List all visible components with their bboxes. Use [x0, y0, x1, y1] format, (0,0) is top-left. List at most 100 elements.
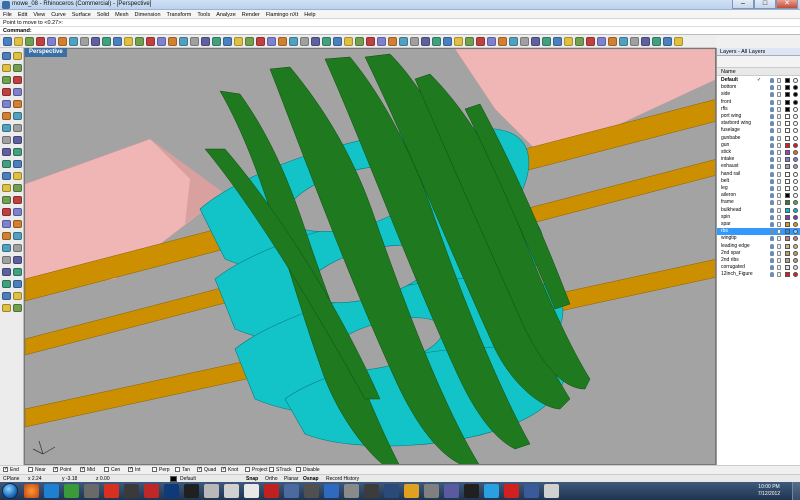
app-icon-23[interactable]: [464, 484, 479, 498]
menu-transform[interactable]: Transform: [164, 10, 195, 19]
app-icon-6[interactable]: [124, 484, 139, 498]
osnap-checkbox[interactable]: [175, 467, 180, 472]
lock-icon[interactable]: [777, 222, 781, 227]
layer-material-swatch[interactable]: [793, 236, 798, 242]
menu-analyze[interactable]: Analyze: [213, 10, 239, 19]
layer-color-swatch[interactable]: [785, 236, 790, 242]
lightbulb-icon[interactable]: [770, 200, 774, 206]
toolbar-tool-icon[interactable]: [179, 37, 188, 46]
layer-row[interactable]: rfls: [717, 106, 800, 113]
osnap-checkbox[interactable]: [3, 466, 8, 473]
layer-material-swatch[interactable]: [793, 229, 798, 235]
lightbulb-icon[interactable]: [770, 150, 774, 155]
rhino-app-icon[interactable]: [2, 1, 10, 9]
layer-material-swatch[interactable]: [793, 178, 798, 184]
lock-icon[interactable]: [777, 193, 781, 199]
lock-icon[interactable]: [777, 157, 781, 163]
toolbar-tool-icon[interactable]: [91, 37, 100, 46]
layer-name[interactable]: bottom: [721, 84, 736, 91]
layer-name[interactable]: hand rail: [721, 171, 740, 178]
osnap-checkbox[interactable]: [245, 467, 250, 472]
layer-color-swatch[interactable]: [785, 214, 790, 220]
lock-icon[interactable]: [777, 265, 781, 271]
layer-material-swatch[interactable]: [793, 193, 798, 199]
layer-name[interactable]: 2nd ribs: [721, 257, 739, 264]
toolbar-tool-icon[interactable]: [146, 37, 155, 46]
layer-color-swatch[interactable]: [785, 106, 790, 112]
toolbar-tool-icon[interactable]: [135, 37, 144, 46]
palette-tool-icon[interactable]: [2, 64, 11, 72]
toolbar-tool-icon[interactable]: [597, 37, 606, 46]
layer-material-swatch[interactable]: [793, 150, 798, 155]
layer-name[interactable]: spar: [721, 221, 731, 228]
lock-icon[interactable]: [777, 164, 781, 170]
toolbar-tool-icon[interactable]: [377, 37, 386, 46]
layer-color-swatch[interactable]: [785, 114, 790, 119]
app-icon-15[interactable]: [304, 484, 319, 498]
layer-material-swatch[interactable]: [793, 85, 798, 91]
layer-name[interactable]: Default: [721, 77, 738, 84]
lightbulb-icon[interactable]: [770, 164, 774, 170]
palette-tool-icon[interactable]: [2, 148, 11, 156]
lightbulb-icon[interactable]: [770, 186, 774, 191]
palette-tool-icon[interactable]: [13, 304, 22, 312]
toolbar-tool-icon[interactable]: [641, 37, 650, 46]
toolbar-tool-icon[interactable]: [366, 37, 375, 46]
osnap-checkbox[interactable]: [28, 467, 33, 472]
toolbar-tool-icon[interactable]: [652, 37, 661, 46]
layer-material-swatch[interactable]: [793, 265, 798, 271]
lock-icon[interactable]: [777, 106, 781, 112]
osnap-disable[interactable]: Disable: [296, 467, 320, 474]
lock-icon[interactable]: [777, 229, 781, 235]
layer-row[interactable]: rbs: [717, 228, 800, 236]
toolbar-tool-icon[interactable]: [157, 37, 166, 46]
skype-icon[interactable]: [484, 484, 499, 498]
osnap-checkbox[interactable]: [221, 466, 226, 473]
toolbar-tool-icon[interactable]: [3, 37, 12, 46]
layer-name[interactable]: front: [721, 99, 731, 106]
layer-material-swatch[interactable]: [793, 243, 798, 249]
menu-solid[interactable]: Solid: [94, 10, 112, 19]
menu-render[interactable]: Render: [239, 10, 263, 19]
toolbar-tool-icon[interactable]: [432, 37, 441, 46]
lock-icon[interactable]: [777, 114, 781, 119]
menu-curve[interactable]: Curve: [48, 10, 69, 19]
palette-tool-icon[interactable]: [13, 256, 22, 264]
palette-tool-icon[interactable]: [2, 100, 11, 108]
layer-row[interactable]: 12inch_Figure: [717, 271, 800, 278]
layer-name[interactable]: stick: [721, 149, 731, 156]
osnap-checkbox[interactable]: [80, 466, 85, 473]
lightbulb-icon[interactable]: [770, 128, 774, 134]
lightbulb-icon[interactable]: [770, 265, 774, 271]
start-button[interactable]: [2, 483, 18, 499]
palette-tool-icon[interactable]: [2, 232, 11, 240]
app-icon-10[interactable]: [204, 484, 219, 498]
toolbar-tool-icon[interactable]: [630, 37, 639, 46]
osnap-project[interactable]: Project: [245, 467, 268, 474]
layer-name[interactable]: wingtip: [721, 235, 737, 242]
app-icon-21[interactable]: [424, 484, 439, 498]
menu-file[interactable]: File: [0, 10, 15, 19]
layer-row[interactable]: bottom: [717, 84, 800, 91]
layer-name[interactable]: rfls: [721, 106, 728, 113]
layer-color-swatch[interactable]: [785, 258, 790, 263]
lightbulb-icon[interactable]: [770, 258, 774, 263]
layer-material-swatch[interactable]: [793, 164, 798, 170]
osnap-point[interactable]: Point: [53, 466, 71, 474]
lightbulb-icon[interactable]: [770, 106, 774, 112]
layer-color-swatch[interactable]: [785, 78, 790, 83]
palette-tool-icon[interactable]: [2, 304, 11, 312]
toolbar-tool-icon[interactable]: [124, 37, 133, 46]
osnap-end[interactable]: End: [3, 466, 19, 474]
layer-color-swatch[interactable]: [785, 171, 790, 177]
layer-material-swatch[interactable]: [793, 186, 798, 191]
osnap-mid[interactable]: Mid: [80, 466, 95, 474]
lightbulb-icon[interactable]: [770, 135, 774, 141]
layer-material-swatch[interactable]: [793, 121, 798, 127]
palette-tool-icon[interactable]: [13, 112, 22, 120]
lock-icon[interactable]: [777, 250, 781, 256]
layer-material-swatch[interactable]: [793, 142, 798, 148]
toolbar-tool-icon[interactable]: [47, 37, 56, 46]
osnap-checkbox[interactable]: [152, 467, 157, 472]
minimize-button[interactable]: –: [732, 0, 754, 9]
